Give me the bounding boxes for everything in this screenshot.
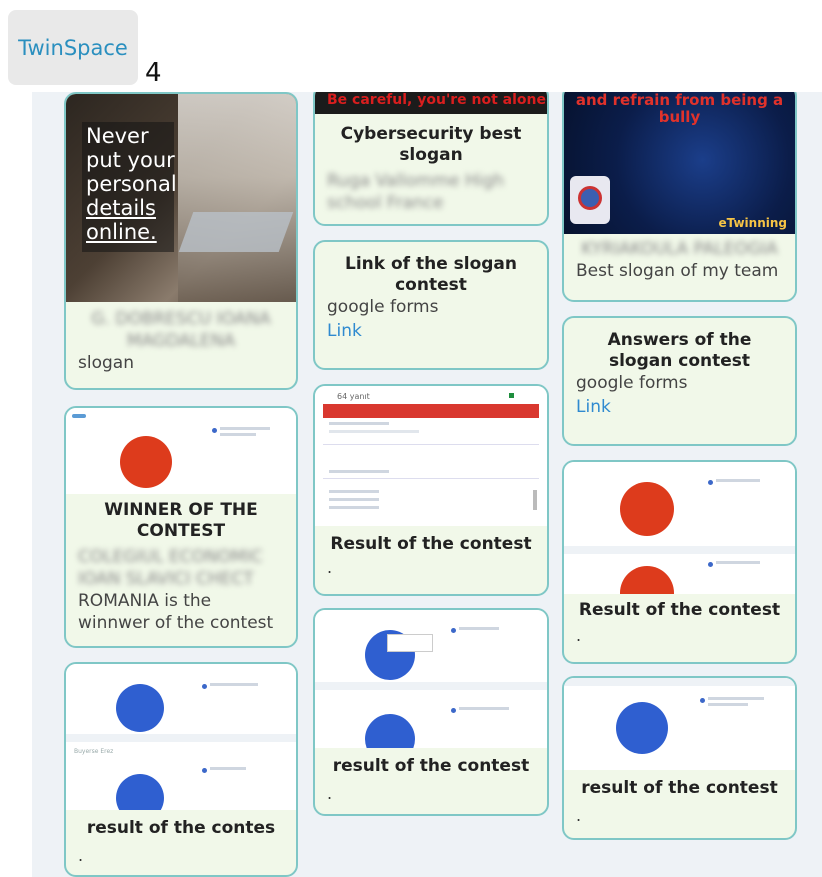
etwinning-logo: eTwinning — [718, 216, 787, 230]
card-description: slogan — [78, 353, 134, 373]
card-description: . — [78, 846, 84, 865]
card-title: Answers of the slogan contest — [607, 330, 752, 371]
card-result-mid[interactable]: 64 yanıt Result of the contest . — [313, 384, 549, 596]
result-chart-screenshot — [315, 610, 547, 748]
slogan-photo: Never put your personal details online. — [66, 94, 296, 302]
card-team-slogan[interactable]: and refrain from being a bully eTwinning… — [562, 92, 797, 302]
padlet-board: Never put your personal details online. … — [32, 92, 822, 877]
image-line: Never — [86, 124, 149, 148]
card-title: result of the contest — [332, 756, 530, 776]
card-description: . — [576, 626, 582, 645]
author-name: G. DOBRESCU IOANA MAGDALENA — [91, 309, 271, 351]
card-title: result of the contes — [86, 818, 276, 838]
twinspace-badge[interactable]: TwinSpace — [8, 10, 138, 85]
card-description: ROMANIA is the winnwer of the contest — [78, 591, 274, 633]
link-answers-contest[interactable]: Link — [576, 394, 783, 420]
card-slogan-photo[interactable]: Never put your personal details online. … — [64, 92, 298, 390]
card-result-left[interactable]: Buyerse Erez result of the contes . — [64, 662, 298, 877]
team-slogan-image: and refrain from being a bully eTwinning — [564, 92, 795, 234]
card-title: Result of the contest — [330, 534, 532, 554]
pie-chart — [120, 436, 172, 488]
card-description: google forms — [327, 297, 439, 317]
app-name: TwinSpace — [18, 35, 128, 60]
link-slogan-contest[interactable]: Link — [327, 318, 535, 344]
card-answers-slogan[interactable]: Answers of the slogan contest google for… — [562, 316, 797, 446]
cyber-banner: Be careful, you're not alone — [315, 92, 547, 114]
card-winner[interactable]: WINNER OF THE CONTEST COLEGIUL ECONOMIC … — [64, 406, 298, 648]
forms-screenshot: 64 yanıt — [315, 386, 547, 526]
card-description: . — [327, 784, 333, 803]
author-name: KYRIAKOULA PALEOGIA — [581, 239, 778, 259]
card-title: Cybersecurity best slogan — [340, 124, 522, 165]
chart-caption: Buyerse Erez — [74, 748, 114, 755]
card-result-right2[interactable]: result of the contest . — [562, 676, 797, 840]
result-chart-screenshot — [564, 462, 795, 594]
winner-chart-screenshot — [66, 408, 296, 494]
form-title: 64 yanıt — [337, 392, 370, 401]
card-result-right[interactable]: Result of the contest . — [562, 460, 797, 664]
pie-chart — [620, 482, 674, 536]
banner-text: and refrain from being a bully — [575, 92, 784, 126]
card-title: Result of the contest — [578, 600, 781, 620]
card-title: Link of the slogan contest — [344, 254, 518, 295]
author-name: COLEGIUL ECONOMIC IOAN SLAVICI CHECT — [78, 547, 263, 589]
card-description: . — [576, 806, 582, 825]
pie-chart — [616, 702, 668, 754]
card-link-slogan[interactable]: Link of the slogan contest google forms … — [313, 240, 549, 370]
card-result-mid2[interactable]: result of the contest . — [313, 608, 549, 816]
card-description: . — [327, 558, 333, 577]
card-cybersecurity[interactable]: Be careful, you're not alone Cybersecuri… — [313, 92, 549, 226]
pie-chart — [365, 714, 415, 748]
result-chart-screenshot — [564, 678, 795, 770]
card-title: WINNER OF THE CONTEST — [104, 500, 258, 541]
pie-chart — [116, 684, 164, 732]
slogan-image-text: Never put your personal details online. — [86, 124, 177, 244]
card-description: google forms — [576, 373, 688, 393]
card-description: Best slogan of my team — [576, 261, 779, 281]
banner-text: Be careful, you're not alone — [327, 92, 546, 108]
image-line: details — [86, 196, 156, 220]
image-line: online. — [86, 220, 157, 244]
image-line: put your — [86, 148, 175, 172]
image-line: personal — [86, 172, 177, 196]
counter-value: 4 — [145, 58, 162, 88]
card-title: result of the contest — [581, 778, 778, 798]
pie-chart — [116, 774, 164, 810]
result-chart-screenshot: Buyerse Erez — [66, 664, 296, 810]
author-name: Ruga Vallomme High school France — [327, 171, 505, 213]
